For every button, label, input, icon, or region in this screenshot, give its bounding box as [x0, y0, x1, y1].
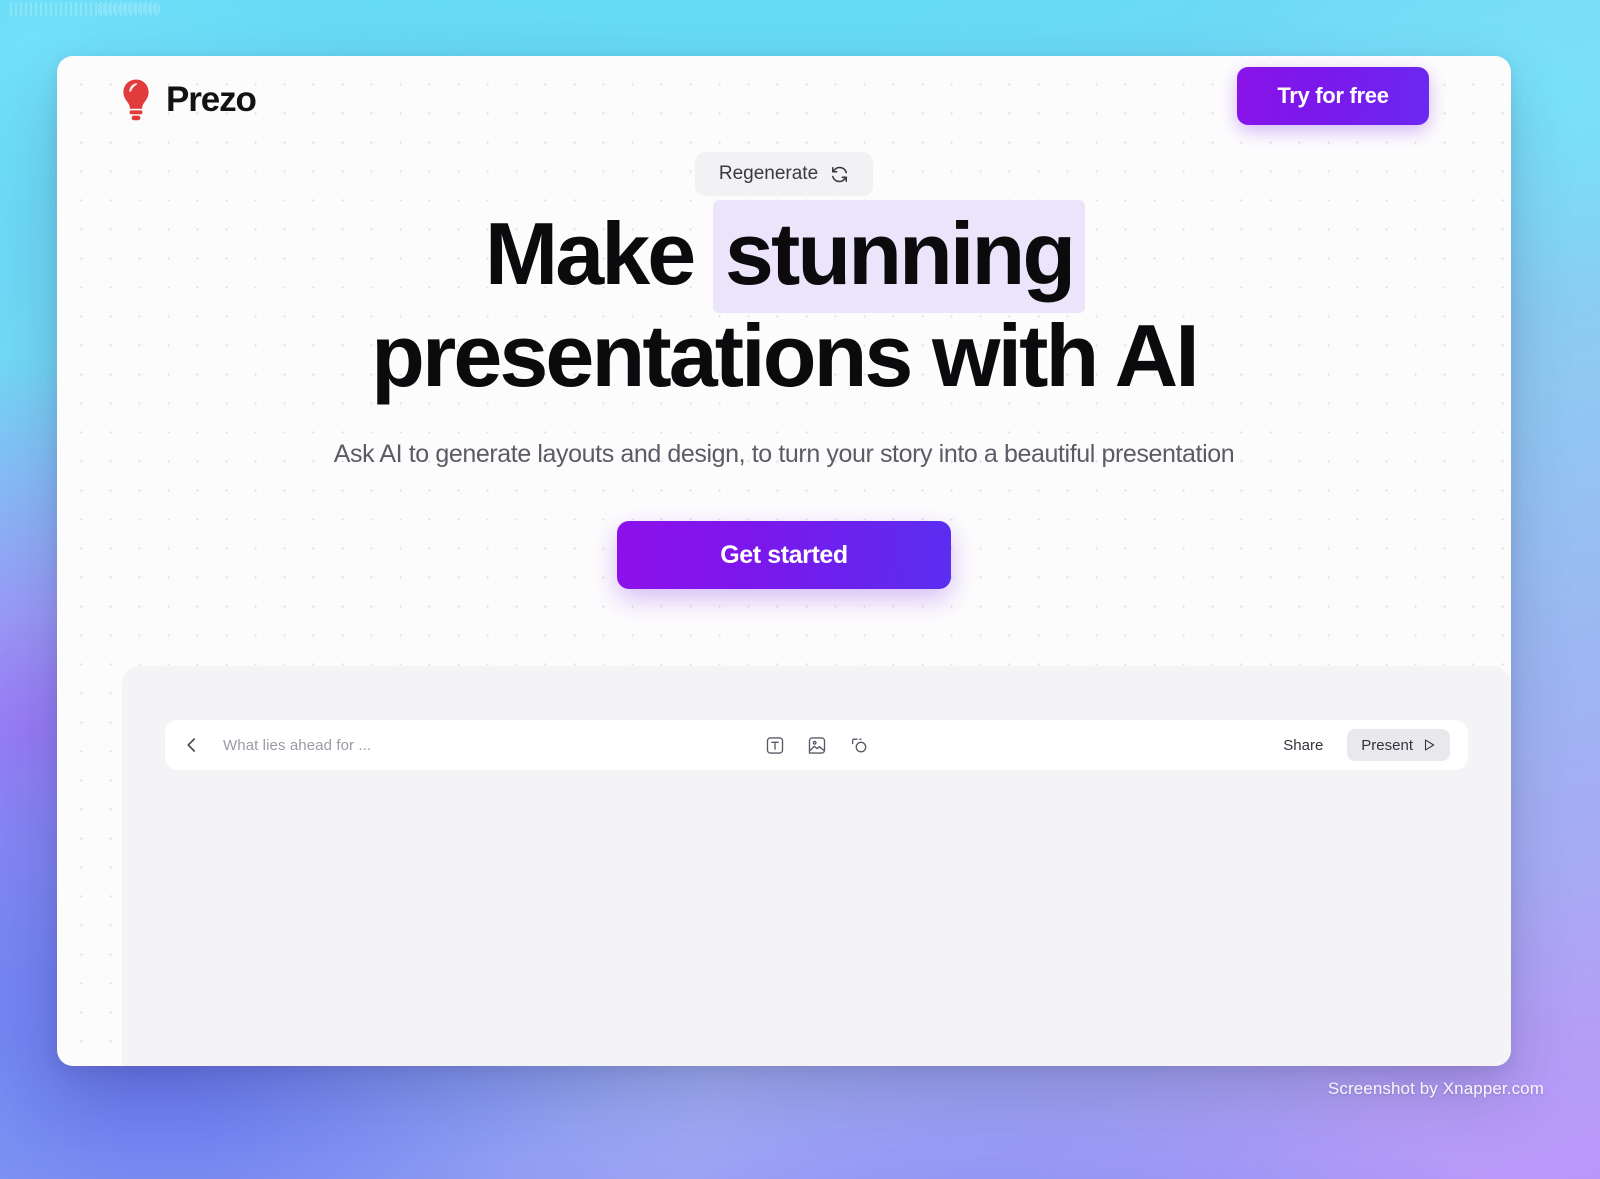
capture-artifact-secondary [98, 4, 160, 13]
present-label: Present [1361, 736, 1413, 754]
hero-title-plain: Make [484, 204, 715, 303]
page-title: Make stunning presentations with AI [57, 200, 1511, 405]
app-header: Prezo Try for free [57, 56, 1511, 146]
deck-title[interactable]: What lies ahead for ... [223, 737, 371, 754]
try-for-free-button[interactable]: Try for free [1237, 67, 1429, 125]
shape-tool-icon[interactable] [849, 736, 868, 755]
hero-subtitle: Ask AI to generate layouts and design, t… [333, 440, 1235, 468]
hero-section: Regenerate Make stunning presentations w… [57, 152, 1511, 589]
hero-title-highlight: stunning [712, 200, 1086, 313]
chevron-left-icon[interactable] [183, 736, 201, 754]
regenerate-label: Regenerate [718, 163, 819, 184]
hero-title-line2: presentations with AI [371, 306, 1200, 405]
regenerate-button[interactable]: Regenerate [694, 152, 874, 196]
text-tool-icon[interactable] [765, 736, 784, 755]
app-window: Prezo Try for free Regenerate Make stunn… [57, 56, 1511, 1066]
toolbar-tools [765, 736, 868, 755]
get-started-button[interactable]: Get started [617, 521, 951, 589]
image-tool-icon[interactable] [807, 736, 826, 755]
brand-name: Prezo [166, 80, 257, 119]
editor-preview-panel: What lies ahead for ... Share Present [122, 666, 1511, 1066]
screenshot-watermark: Screenshot by Xnapper.com [1327, 1079, 1544, 1098]
toolbar-actions: Share Present [1266, 729, 1450, 761]
brand-logo[interactable]: Prezo [120, 78, 257, 122]
play-icon [1424, 739, 1435, 751]
lightbulb-icon [123, 79, 149, 121]
present-button[interactable]: Present [1347, 729, 1450, 761]
share-button[interactable]: Share [1266, 729, 1341, 761]
refresh-icon [832, 166, 848, 182]
editor-toolbar: What lies ahead for ... Share Present [165, 720, 1468, 770]
